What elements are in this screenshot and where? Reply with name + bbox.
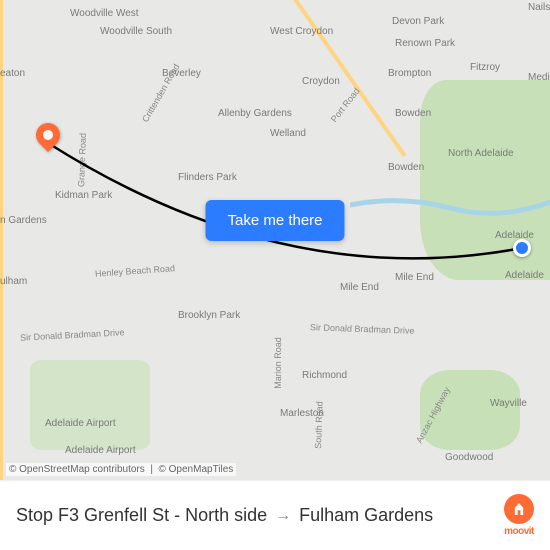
osm-credit: © OpenStreetMap contributors: [9, 464, 145, 475]
road-label: South Road: [313, 401, 325, 449]
arrow-right-icon: →: [275, 507, 291, 525]
place-label: Croydon: [302, 76, 340, 87]
road-label: Grange Road: [76, 133, 88, 187]
tiles-credit: © OpenMapTiles: [159, 464, 234, 475]
place-label: Flinders Park: [178, 172, 237, 183]
place-label: n Gardens: [0, 215, 47, 226]
place-label: Mile End: [395, 272, 434, 283]
place-label: Renown Park: [395, 38, 455, 49]
moovit-logo[interactable]: moovit: [504, 494, 534, 537]
place-label: Adelaide Airport: [45, 418, 116, 429]
origin-marker[interactable]: [513, 239, 531, 257]
river-torrens: [350, 190, 550, 220]
place-label: Goodwood: [445, 452, 493, 463]
place-label: Bowden: [388, 162, 424, 173]
place-label: Woodville South: [100, 26, 172, 37]
place-label: West Croydon: [270, 26, 333, 37]
place-label: Brompton: [388, 68, 431, 79]
place-label: Medin: [528, 72, 550, 83]
place-label: ulham: [0, 276, 27, 287]
place-label: eaton: [0, 68, 25, 79]
place-label: Mile End: [340, 282, 379, 293]
airport-area: [30, 360, 150, 450]
place-label: Wayville: [490, 398, 527, 409]
moovit-wordmark: moovit: [504, 526, 534, 537]
destination-marker[interactable]: [40, 135, 56, 151]
place-label: Fitzroy: [470, 62, 500, 73]
place-label: Kidman Park: [55, 190, 112, 201]
place-label: Woodville West: [70, 8, 139, 19]
place-label: Bowden: [395, 108, 431, 119]
place-label: North Adelaide: [448, 148, 514, 159]
place-label: Adelaide: [505, 270, 544, 281]
origin-label: Stop F3 Grenfell St - North side: [16, 505, 267, 526]
route-text: Stop F3 Grenfell St - North side → Fulha…: [16, 505, 494, 526]
place-label: Devon Park: [392, 16, 444, 27]
place-label: Adelaide Airport: [65, 445, 136, 456]
road-label: Marion Road: [273, 337, 283, 389]
place-label: Nails: [528, 2, 550, 13]
map-attribution: © OpenStreetMap contributors | © OpenMap…: [6, 463, 236, 476]
place-label: Welland: [270, 128, 306, 139]
place-label: Allenby Gardens: [218, 108, 292, 119]
moovit-icon: [504, 494, 534, 524]
place-label: Brooklyn Park: [178, 310, 240, 321]
place-label: Adelaide: [495, 230, 534, 241]
take-me-there-button[interactable]: Take me there: [205, 200, 344, 241]
destination-label: Fulham Gardens: [299, 505, 433, 526]
place-label: Richmond: [302, 370, 347, 381]
map-view[interactable]: Woodville West Woodville South West Croydo…: [0, 0, 550, 480]
route-summary-bar: Stop F3 Grenfell St - North side → Fulha…: [0, 480, 550, 550]
